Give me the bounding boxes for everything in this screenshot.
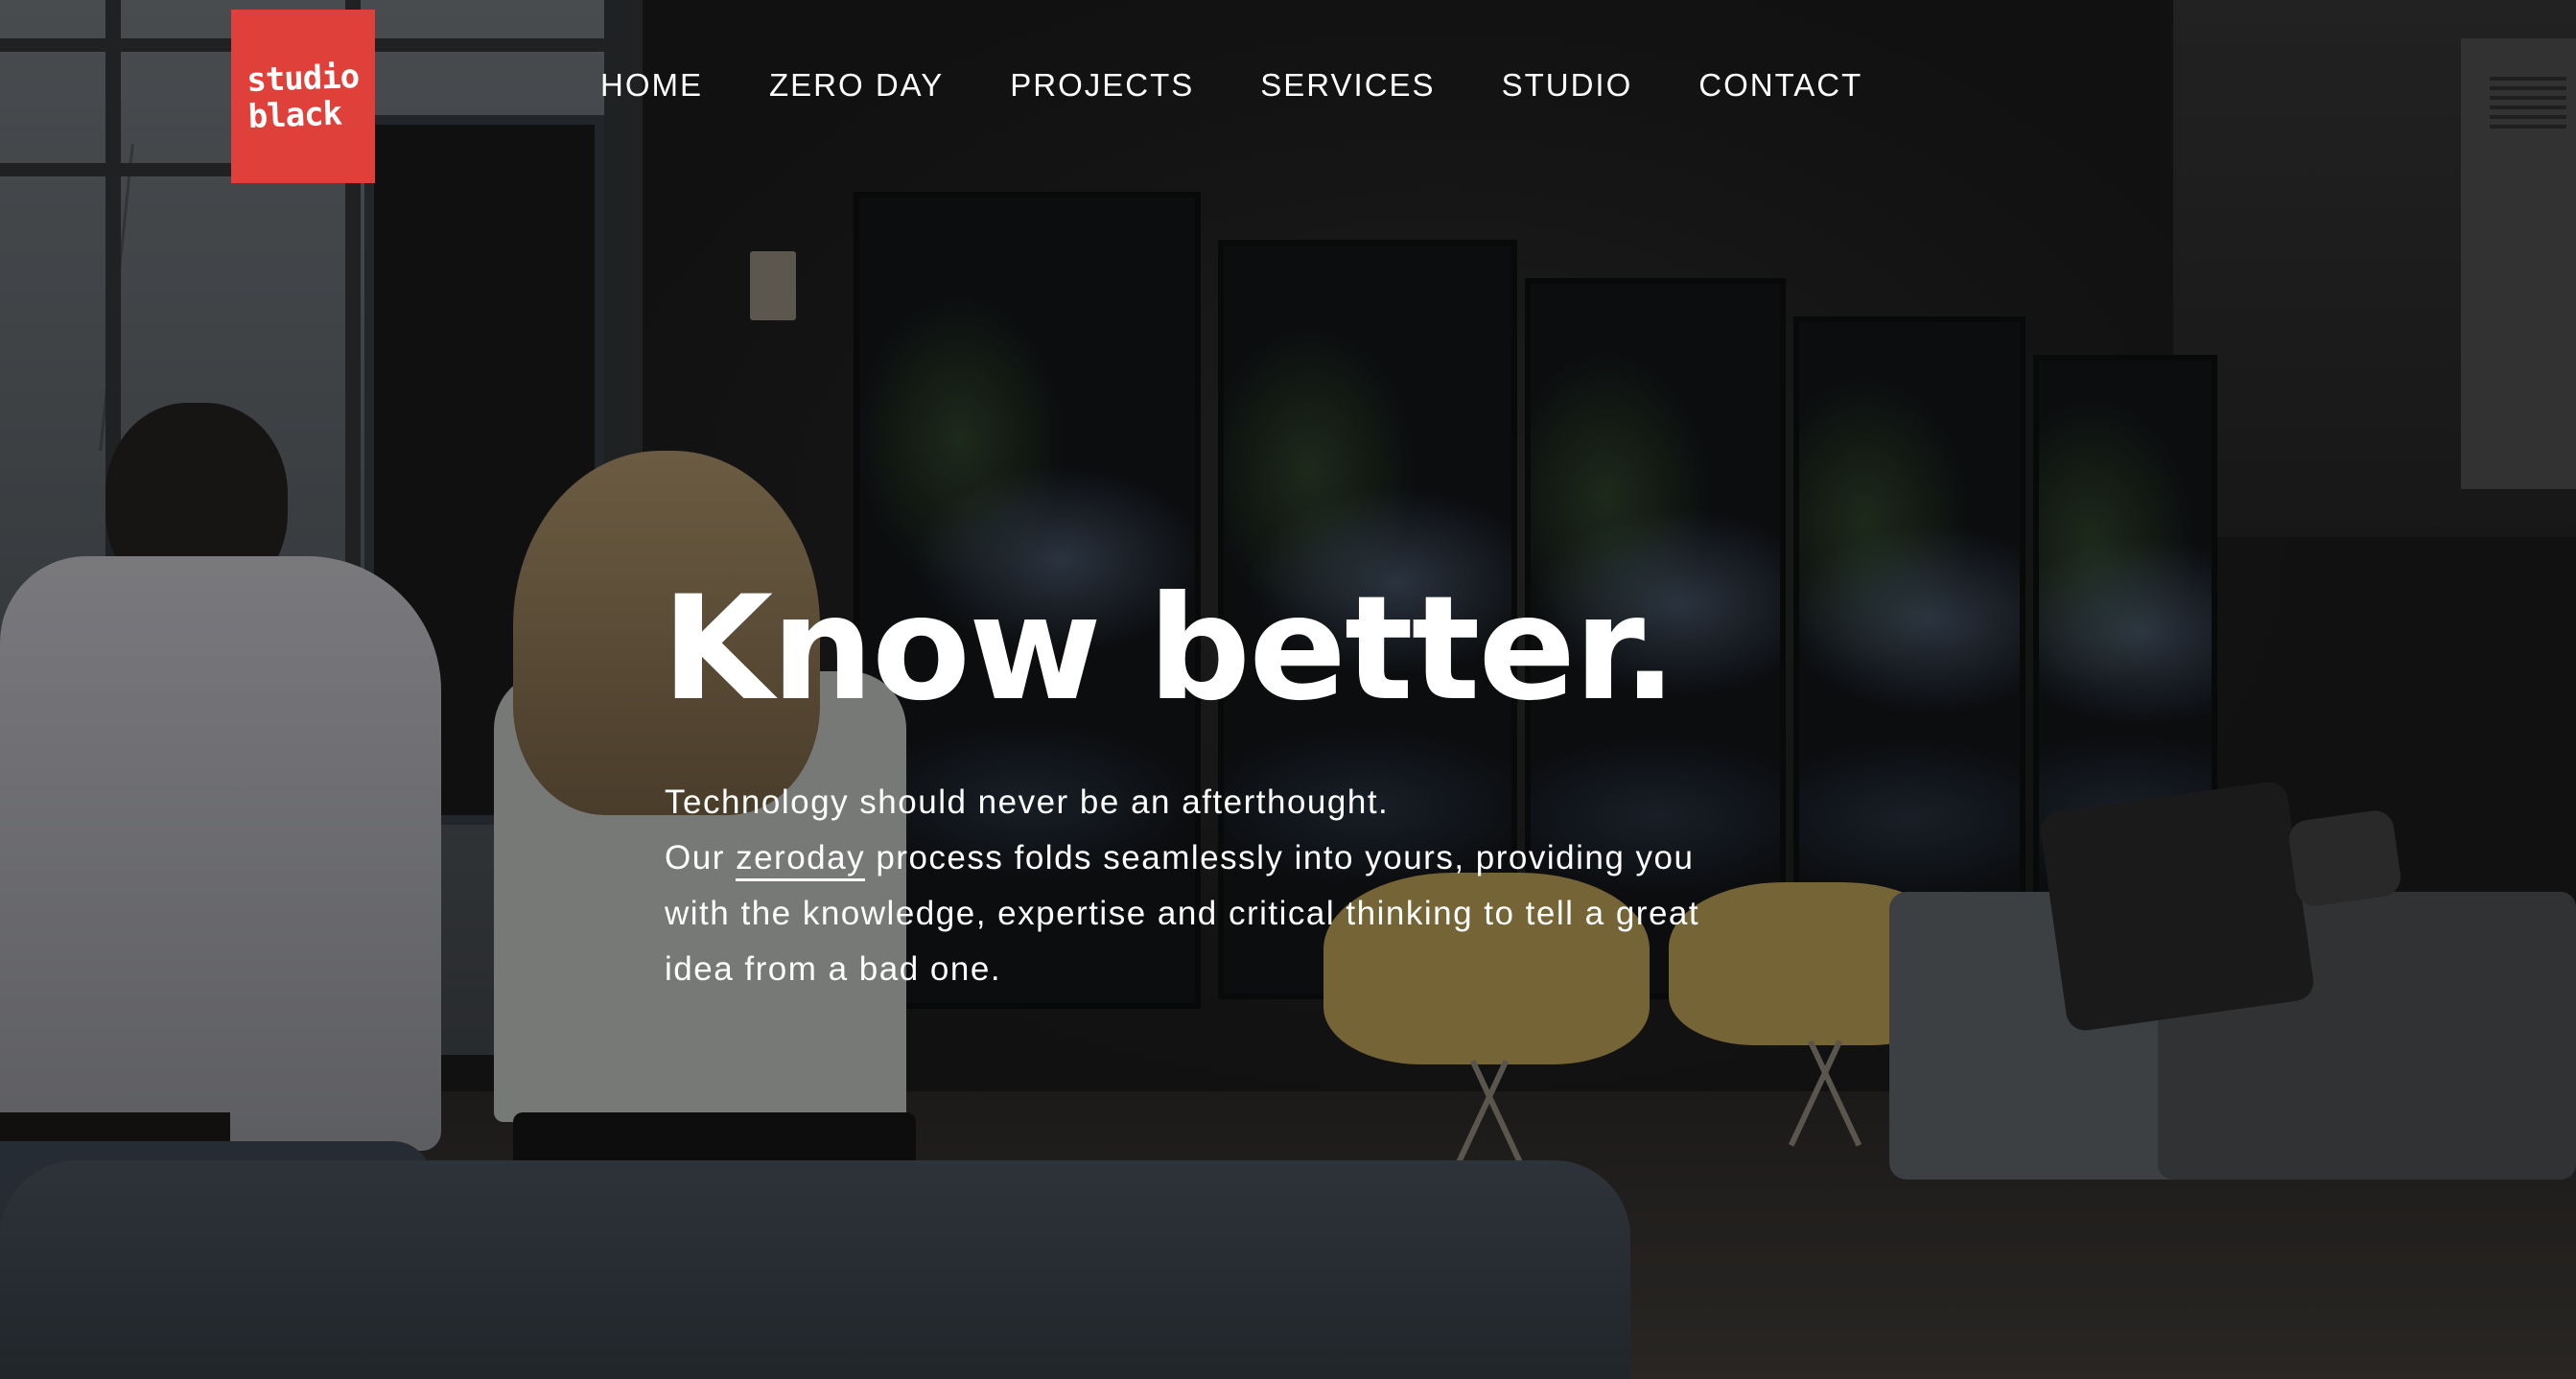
- hero-line-2-prefix: Our: [665, 839, 737, 876]
- nav-item-projects[interactable]: PROJECTS: [1010, 67, 1194, 104]
- nav-item-home[interactable]: HOME: [600, 67, 703, 104]
- nav-item-services[interactable]: SERVICES: [1260, 67, 1435, 104]
- logo-line-2: black: [246, 94, 342, 136]
- hero-line-3: with the knowledge, expertise and critic…: [665, 895, 1700, 932]
- logo-wordmark: studio black: [246, 57, 360, 136]
- hero-title: Know better.: [662, 566, 1677, 733]
- zeroday-link[interactable]: zeroday: [736, 839, 866, 881]
- hero-line-2: Our zeroday process folds seamlessly int…: [665, 830, 1931, 886]
- nav-item-contact[interactable]: CONTACT: [1698, 67, 1862, 104]
- main-navigation: HOME ZERO DAY PROJECTS SERVICES STUDIO C…: [600, 67, 1862, 104]
- studio-black-logo[interactable]: studio black: [231, 10, 375, 183]
- page: studio black HOME ZERO DAY PROJECTS SERV…: [0, 0, 2576, 1379]
- hero-line-1: Technology should never be an afterthoug…: [665, 783, 1390, 821]
- hero-line-2-suffix: process folds seamlessly into yours, pro…: [865, 839, 1695, 876]
- hero-line-4: idea from a bad one.: [665, 950, 1002, 988]
- logo-line-1: studio: [246, 57, 360, 100]
- nav-item-studio[interactable]: STUDIO: [1502, 67, 1633, 104]
- nav-item-zero-day[interactable]: ZERO DAY: [769, 67, 944, 104]
- hero-description: Technology should never be an afterthoug…: [665, 775, 1931, 997]
